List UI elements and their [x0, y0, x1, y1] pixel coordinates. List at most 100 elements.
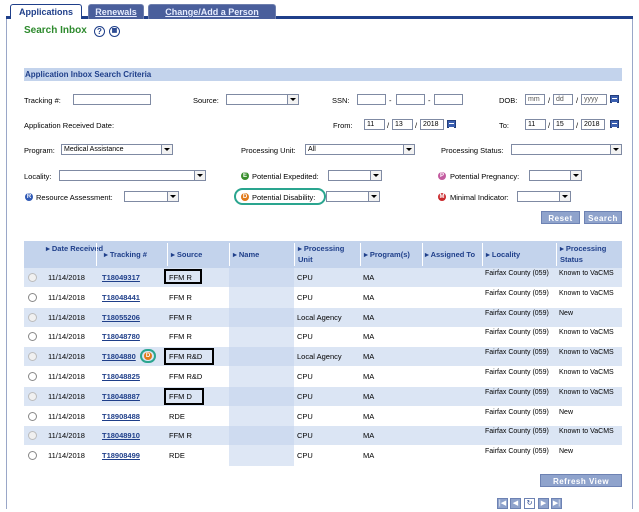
- calendar-icon[interactable]: [447, 120, 456, 128]
- row-select-radio[interactable]: [28, 391, 37, 401]
- cell-tracking[interactable]: T18048887: [102, 387, 140, 406]
- row-select-radio[interactable]: [28, 451, 37, 461]
- potential-disability-select[interactable]: [326, 191, 380, 202]
- source-select[interactable]: [226, 94, 299, 105]
- row-select-radio[interactable]: [28, 411, 37, 421]
- cell-tracking[interactable]: T18049317: [102, 268, 140, 287]
- row-select-radio[interactable]: [28, 292, 37, 302]
- col-assigned-to[interactable]: ▸ Assigned To: [425, 249, 475, 260]
- from-yyyy-input[interactable]: 2018: [420, 119, 444, 130]
- col-locality[interactable]: ▸ Locality: [486, 249, 520, 260]
- col-name[interactable]: ▸ Name: [233, 249, 259, 260]
- ssn-part3-input[interactable]: [434, 94, 463, 105]
- potential-expedited-select[interactable]: [328, 170, 382, 181]
- col-date-received[interactable]: ▸ Date Received: [46, 243, 103, 254]
- cell-tracking[interactable]: T18048780: [102, 327, 140, 346]
- potential-pregnancy-select[interactable]: [529, 170, 582, 181]
- potential-disability-label: Potential Disability:: [252, 193, 316, 202]
- dob-yyyy-input[interactable]: yyyy: [581, 94, 607, 105]
- row-select-radio[interactable]: [28, 352, 37, 362]
- cell-date: 11/14/2018: [48, 292, 85, 302]
- cell-date: 11/14/2018: [48, 391, 85, 401]
- table-row[interactable]: 11/14/2018 T18048441 FFM R CPU MA Fairfax Cou…: [24, 287, 622, 307]
- table-row[interactable]: 11/14/2018 T18048887 FFM D CPU MA Fairfax Cou…: [24, 386, 622, 406]
- col-source[interactable]: ▸ Source: [171, 249, 202, 260]
- dob-dd-input[interactable]: dd: [553, 94, 573, 105]
- row-select-radio[interactable]: [28, 372, 37, 381]
- program-select[interactable]: Medical Assistance: [61, 144, 173, 155]
- table-row[interactable]: 11/14/2018 T1804880 FFM R&D Local Agency MA F…: [24, 347, 622, 367]
- cell-tracking[interactable]: T18055206: [102, 308, 140, 327]
- cell-date: 11/14/2018: [48, 352, 85, 362]
- prev-page-icon[interactable]: ◀: [510, 498, 521, 509]
- processing-status-select[interactable]: [511, 144, 622, 155]
- table-row[interactable]: 11/14/2018 T18055206 FFM R Local Agency MA Fa…: [24, 307, 622, 327]
- table-row[interactable]: 11/14/2018 T18048780 FFM R CPU MA Fairfax Cou…: [24, 327, 622, 347]
- last-page-icon[interactable]: ▶|: [551, 498, 562, 509]
- cell-unit: Local Agency: [297, 312, 342, 322]
- tab-change-add-person[interactable]: Change/Add a Person: [148, 4, 276, 19]
- cell-locality: Fairfax County (059): [485, 448, 549, 456]
- disability-badge-icon: D: [241, 193, 249, 201]
- row-select-radio[interactable]: [28, 332, 37, 342]
- calendar-icon[interactable]: [610, 95, 619, 103]
- table-row[interactable]: 11/14/2018 T18049317 FFM R CPU MA Fairfax Cou…: [24, 268, 622, 287]
- cell-tracking[interactable]: T18908499: [102, 446, 140, 465]
- search-button[interactable]: Search: [584, 211, 622, 224]
- row-select-radio[interactable]: [28, 273, 37, 282]
- col-processing-unit[interactable]: ▸ Processing Unit: [298, 243, 358, 265]
- cell-date: 11/14/2018: [48, 431, 85, 441]
- row-select-radio[interactable]: [28, 312, 37, 322]
- minimal-indicator-select[interactable]: [517, 191, 571, 202]
- date-slash: /: [576, 96, 579, 105]
- cell-tracking[interactable]: T18048825: [102, 367, 140, 386]
- cell-program: MA: [363, 451, 375, 461]
- resource-assessment-select[interactable]: [124, 191, 179, 202]
- first-page-icon[interactable]: |◀: [497, 498, 508, 509]
- to-yyyy-input[interactable]: 2018: [581, 119, 605, 130]
- table-row[interactable]: 11/14/2018 T18048825 FFM R&D CPU MA Fairfax C…: [24, 367, 622, 386]
- help-icon[interactable]: ?: [94, 26, 105, 37]
- table-row[interactable]: 11/14/2018 T18908499 RDE CPU MA Fairfax Count…: [24, 446, 622, 466]
- cell-tracking[interactable]: T18908488: [102, 407, 140, 426]
- refresh-view-button[interactable]: Refresh View: [540, 474, 622, 487]
- tracking-input[interactable]: [73, 94, 151, 105]
- refresh-page-icon[interactable]: ↻: [524, 498, 535, 509]
- locality-select[interactable]: [59, 170, 206, 181]
- cell-status: New: [559, 448, 574, 456]
- cell-tracking[interactable]: T1804880: [102, 347, 136, 366]
- col-programs[interactable]: ▸ Program(s): [364, 249, 410, 260]
- program-label: Program:: [24, 146, 55, 155]
- tab-renewals[interactable]: Renewals: [88, 4, 144, 19]
- cell-tracking[interactable]: T18048910: [102, 426, 140, 445]
- from-mm-input[interactable]: 11: [364, 119, 385, 130]
- calendar-icon[interactable]: [610, 120, 619, 128]
- table-row[interactable]: 11/14/2018 T18048910 FFM R CPU MA Fairfax Cou…: [24, 426, 622, 446]
- ssn-part1-input[interactable]: [357, 94, 386, 105]
- cell-tracking[interactable]: T18048441: [102, 288, 140, 307]
- grid-icon[interactable]: ▦: [109, 26, 120, 37]
- cell-source: RDE: [169, 411, 185, 421]
- cell-source: FFM R: [169, 431, 192, 441]
- col-tracking[interactable]: ▸ Tracking #: [104, 249, 147, 260]
- next-page-icon[interactable]: ▶: [538, 498, 549, 509]
- to-mm-input[interactable]: 11: [525, 119, 546, 130]
- col-processing-status[interactable]: ▸ Processing Status: [560, 243, 620, 265]
- to-dd-input[interactable]: 15: [553, 119, 574, 130]
- tab-applications[interactable]: Applications: [10, 4, 82, 19]
- cell-source: RDE: [169, 451, 185, 461]
- dob-mm-input[interactable]: mm: [525, 94, 545, 105]
- date-slash: /: [415, 121, 418, 130]
- cell-status: Known to VaCMS: [559, 289, 614, 297]
- column-divider: [229, 243, 230, 266]
- processing-unit-select[interactable]: All: [305, 144, 415, 155]
- from-dd-input[interactable]: 13: [392, 119, 413, 130]
- processing-unit-label: Processing Unit:: [241, 146, 296, 155]
- source-highlight-box: [164, 388, 204, 405]
- row-select-radio[interactable]: [28, 431, 37, 441]
- table-header: ▸ Date Received ▸ Tracking # ▸ Source ▸ …: [24, 241, 622, 268]
- frame-right-border: [632, 19, 633, 509]
- reset-button[interactable]: Reset: [541, 211, 580, 224]
- table-row[interactable]: 11/14/2018 T18908488 RDE CPU MA Fairfax Count…: [24, 406, 622, 426]
- ssn-part2-input[interactable]: [396, 94, 425, 105]
